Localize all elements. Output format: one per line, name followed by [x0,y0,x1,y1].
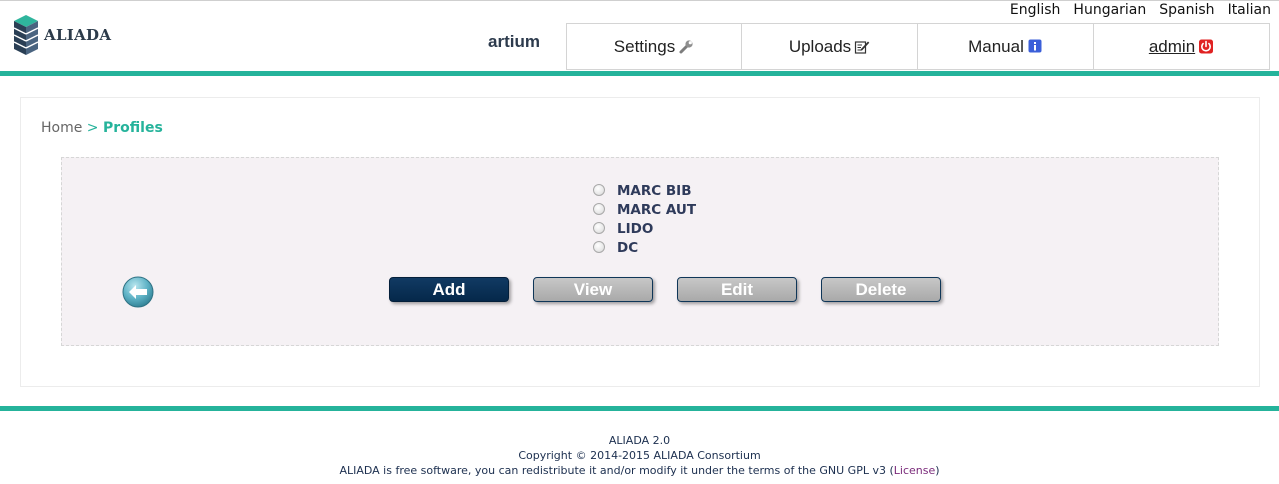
profile-radio-marc-bib[interactable] [593,183,605,196]
breadcrumb-current: Profiles [102,120,163,136]
profile-radio-marc-aut[interactable] [593,202,605,215]
nav-uploads-button[interactable]: Uploads [742,23,918,70]
aliada-logo[interactable]: ALIADA [12,12,122,58]
profile-radio-dc[interactable] [593,240,605,253]
profile-label: MARC AUT [617,201,697,218]
profile-option[interactable]: DC [593,238,696,257]
profile-radio-group: MARC BIB MARC AUT LIDO DC [593,181,696,257]
breadcrumb: Home > Profiles [41,120,163,136]
breadcrumb-separator: > [86,120,99,136]
profile-option[interactable]: LIDO [593,219,696,238]
footer-license-close: ) [935,464,940,477]
logo-text: ALIADA [44,26,112,44]
breadcrumb-home-link[interactable]: Home [41,120,82,136]
profile-radio-lido[interactable] [593,221,605,234]
language-selector: English Hungarian Spanish Italian [1010,2,1271,18]
license-link[interactable]: License [894,464,935,477]
add-button[interactable]: Add [389,277,509,302]
footer-copyright: Copyright © 2014-2015 ALIADA Consortium [518,449,761,462]
wrench-icon [678,39,694,55]
main-nav: Settings Uploads Manual admin [566,23,1270,70]
language-hungarian[interactable]: Hungarian [1073,2,1146,18]
back-arrow-icon[interactable] [122,276,154,308]
info-icon [1027,39,1043,55]
profile-label: LIDO [617,220,654,237]
nav-admin-label: admin [1148,36,1196,56]
power-icon [1198,39,1214,55]
footer-license-line: ALIADA is free software, you can redistr… [0,463,1279,478]
nav-manual-label: Manual [968,36,1024,56]
profile-label: DC [617,239,639,256]
profile-option[interactable]: MARC BIB [593,181,696,200]
nav-admin-button[interactable]: admin [1094,23,1270,70]
language-english[interactable]: English [1010,2,1061,18]
language-italian[interactable]: Italian [1228,2,1271,18]
view-button[interactable]: View [533,277,653,302]
current-username: artium [488,32,540,51]
footer: ALIADA 2.0 Copyright © 2014-2015 ALIADA … [0,433,1279,478]
nav-settings-label: Settings [613,36,676,56]
logo-cube-icon [13,15,39,55]
footer-version: ALIADA 2.0 [608,434,671,447]
language-spanish[interactable]: Spanish [1159,2,1214,18]
top-border [0,0,1279,1]
nav-manual-button[interactable]: Manual [918,23,1094,70]
nav-settings-button[interactable]: Settings [566,23,742,70]
edit-button[interactable]: Edit [677,277,797,302]
delete-button[interactable]: Delete [821,277,941,302]
edit-icon [854,39,870,55]
header-divider [0,71,1279,76]
footer-divider [0,406,1279,411]
footer-license-text: ALIADA is free software, you can redistr… [339,464,894,477]
profile-option[interactable]: MARC AUT [593,200,696,219]
profile-label: MARC BIB [617,182,692,199]
nav-uploads-label: Uploads [788,36,852,56]
